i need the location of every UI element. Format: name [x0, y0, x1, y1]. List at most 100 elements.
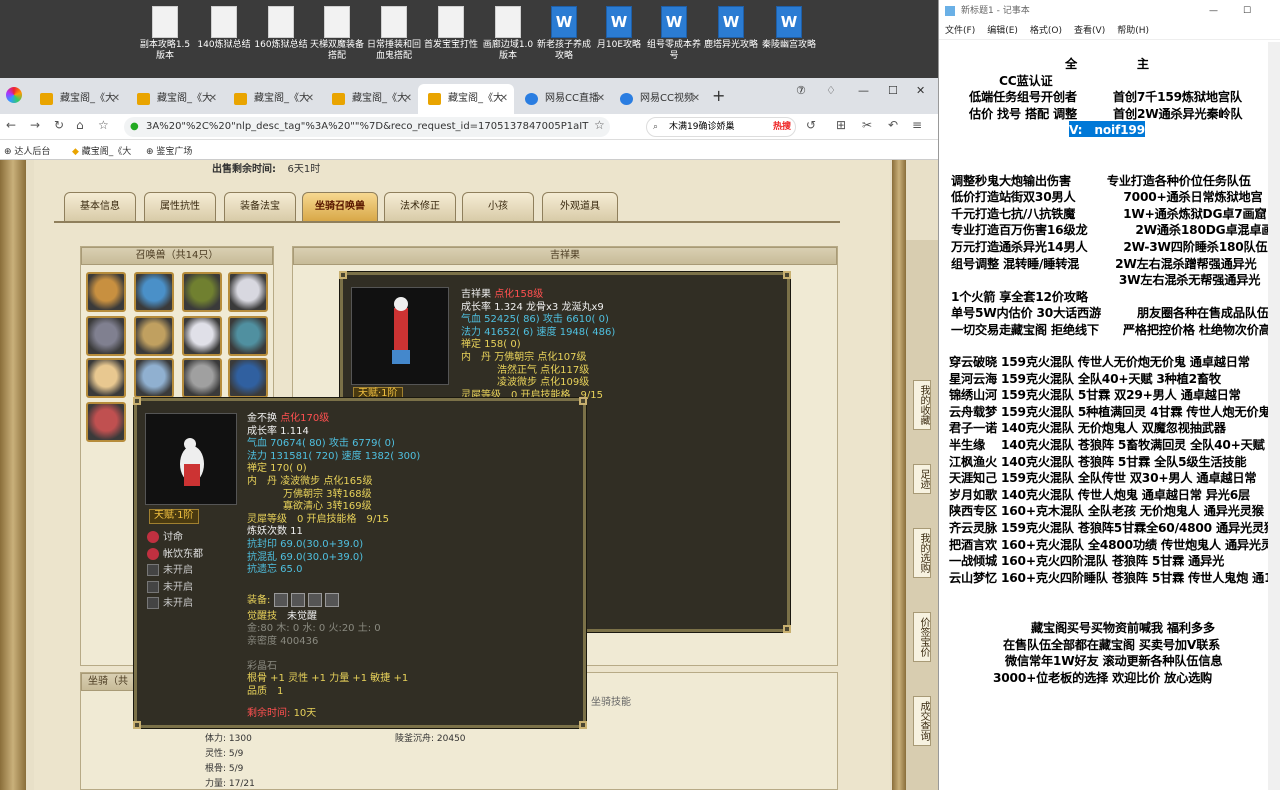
text-doc-icon	[152, 6, 178, 38]
tab-close-icon[interactable]: ✕	[306, 84, 314, 114]
notepad-text[interactable]: 全 主 CC蓝认证 低端任务组号开创者 首创7千159炼狱地宫队 估价 找号 搭配 …	[939, 42, 1280, 790]
tab-search-icon[interactable]: ⑦	[796, 84, 806, 97]
tab-close-icon[interactable]: ✕	[404, 84, 412, 114]
desktop-icon[interactable]: 日常捶装和回血鬼搭配	[365, 6, 423, 62]
pet-avatar[interactable]	[182, 316, 222, 356]
shirt-icon[interactable]: ♢	[826, 84, 836, 97]
equip-slot-icon[interactable]	[290, 592, 305, 607]
desktop-icon-label: 天梯双魔装备搭配	[309, 40, 364, 61]
browser-tab[interactable]: 藏宝阁_《大 ✕	[418, 84, 514, 114]
home-icon[interactable]: ⌂	[76, 118, 84, 132]
notepad-line: 微信常年1W好友 滚动更新各种队伍信息	[993, 654, 1223, 669]
side-nav-item[interactable]: 价签宝价	[913, 612, 931, 662]
game-tab[interactable]: 法术修正	[384, 192, 456, 222]
desktop-icon[interactable]: 160炼狱总结	[252, 6, 310, 51]
tab-close-icon[interactable]: ✕	[597, 84, 605, 114]
pet-avatar[interactable]	[134, 272, 174, 312]
cbg-tab-icon	[332, 93, 345, 105]
pet-avatar[interactable]	[86, 316, 126, 356]
game-tab[interactable]: 基本信息	[64, 192, 136, 222]
maximize-button[interactable]: ☐	[1243, 0, 1251, 22]
side-nav-item[interactable]: 我的选购	[913, 528, 931, 578]
browser-tab[interactable]: 藏宝阁_《大 ✕	[322, 84, 418, 114]
notepad-menu-item[interactable]: 格式(O)	[1030, 26, 1062, 36]
pet-avatar[interactable]	[228, 272, 268, 312]
back-icon[interactable]: ←	[6, 118, 16, 132]
game-tab[interactable]: 小孩	[462, 192, 534, 222]
reload-icon[interactable]: ↻	[54, 118, 64, 132]
undo-icon[interactable]: ↶	[888, 118, 898, 132]
browser-tab[interactable]: 藏宝阁_《大 ✕	[224, 84, 320, 114]
tab-close-icon[interactable]: ✕	[692, 84, 700, 114]
desktop-icon[interactable]: 140炼狱总结	[195, 6, 253, 51]
cut-icon[interactable]: ✂	[862, 118, 872, 132]
url-field[interactable]: ● 3A%20"%2C%20"nlp_desc_tag"%3A%20""%7D&…	[124, 117, 610, 137]
pet-avatar[interactable]	[134, 358, 174, 398]
star-icon[interactable]: ☆	[594, 118, 605, 132]
notepad-line: 一战倾城 160+克火四阶混队 苍狼阵 5甘霖 通异光	[949, 554, 1225, 569]
browser-tab[interactable]: 藏宝阁_《大 ✕	[127, 84, 223, 114]
pet-avatar[interactable]	[182, 358, 222, 398]
minimize-button[interactable]: —	[858, 84, 869, 97]
cbg-tab-icon	[234, 93, 247, 105]
side-nav-item[interactable]: 成交查询	[913, 696, 931, 746]
bookmarks-bar: ⊕ 达人后台 ◆ 藏宝阁_《大 ⊕ 鉴宝广场	[0, 140, 938, 160]
desktop-icon[interactable]: W 秦陵幽宫攻略	[760, 6, 818, 51]
desktop-icon[interactable]: 首发宝宝打性	[422, 6, 480, 51]
bookmark-item[interactable]: ⊕ 鉴宝广场	[146, 144, 192, 157]
pet-skill[interactable]: 未开启	[147, 597, 203, 614]
desktop-icon[interactable]: W 组号零成本养号	[645, 6, 703, 62]
side-nav-item[interactable]: 我的收藏	[913, 380, 931, 430]
browser-tab[interactable]: 网易CC直播 ✕	[515, 84, 611, 114]
pet-skill[interactable]: 未开启	[147, 580, 203, 598]
pet-avatar[interactable]	[134, 316, 174, 356]
minimize-button[interactable]: —	[1209, 0, 1218, 22]
equip-slot-icon[interactable]	[307, 592, 322, 607]
game-tab[interactable]: 外观道具	[542, 192, 618, 222]
pet-name-header: 吉祥果	[293, 247, 837, 265]
search-box[interactable]: ⌕ 木满19确诊娇巢 热搜	[646, 117, 796, 137]
new-tab-button[interactable]: +	[712, 86, 725, 105]
desktop-icon[interactable]: 天梯双魔装备搭配	[308, 6, 366, 62]
browser-tab[interactable]: 藏宝阁_《大 ✕	[30, 84, 126, 114]
pet-avatar[interactable]	[228, 358, 268, 398]
favorite-icon[interactable]: ☆	[98, 118, 109, 132]
grid-icon[interactable]: ⊞	[836, 118, 846, 132]
desktop-icon[interactable]: W 鹿塔异光攻略	[702, 6, 760, 51]
tab-close-icon[interactable]: ✕	[500, 84, 508, 114]
forward-icon[interactable]: →	[30, 118, 40, 132]
pet-avatar[interactable]	[86, 402, 126, 442]
pet-avatar[interactable]	[86, 272, 126, 312]
scrollbar[interactable]	[1268, 42, 1280, 790]
extension-icon[interactable]: ↺	[806, 118, 816, 132]
browser-logo-icon[interactable]	[6, 87, 22, 103]
desktop-icon[interactable]: W 新老孩子养成攻略	[535, 6, 593, 62]
maximize-button[interactable]: ☐	[888, 84, 898, 97]
game-tab[interactable]: 属性抗性	[144, 192, 216, 222]
bookmark-item[interactable]: ⊕ 达人后台	[4, 144, 50, 157]
notepad-menu-item[interactable]: 编辑(E)	[987, 26, 1018, 36]
pet-avatar[interactable]	[86, 358, 126, 398]
bookmark-item[interactable]: ◆ 藏宝阁_《大	[72, 144, 131, 157]
tab-close-icon[interactable]: ✕	[112, 84, 120, 114]
pet-skill[interactable]: 讨命	[147, 531, 203, 548]
tab-close-icon[interactable]: ✕	[209, 84, 217, 114]
notepad-menu-item[interactable]: 文件(F)	[945, 26, 975, 36]
browser-tab[interactable]: 网易CC视频 ✕	[610, 84, 706, 114]
close-button[interactable]: ✕	[916, 84, 925, 97]
pet-skill[interactable]: 未开启	[147, 564, 203, 581]
equip-slot-icon[interactable]	[273, 592, 288, 607]
equip-slot-icon[interactable]	[325, 592, 340, 607]
notepad-menu-item[interactable]: 查看(V)	[1074, 26, 1105, 36]
notepad-menu-item[interactable]: 帮助(H)	[1117, 26, 1149, 36]
desktop-icon[interactable]: W 月10E攻略	[590, 6, 648, 51]
side-nav-item[interactable]: 足迹	[913, 464, 931, 494]
game-tab[interactable]: 坐骑召唤兽	[302, 192, 378, 222]
desktop-icon[interactable]: 副本攻略1.5版本	[136, 6, 194, 62]
game-tab[interactable]: 装备法宝	[224, 192, 296, 222]
pet-avatar[interactable]	[228, 316, 268, 356]
pet-avatar[interactable]	[182, 272, 222, 312]
desktop-icon[interactable]: 画廊边域1.0版本	[479, 6, 537, 62]
menu-icon[interactable]: ≡	[912, 118, 922, 132]
pet-skill[interactable]: 帐饮东都	[147, 547, 203, 565]
